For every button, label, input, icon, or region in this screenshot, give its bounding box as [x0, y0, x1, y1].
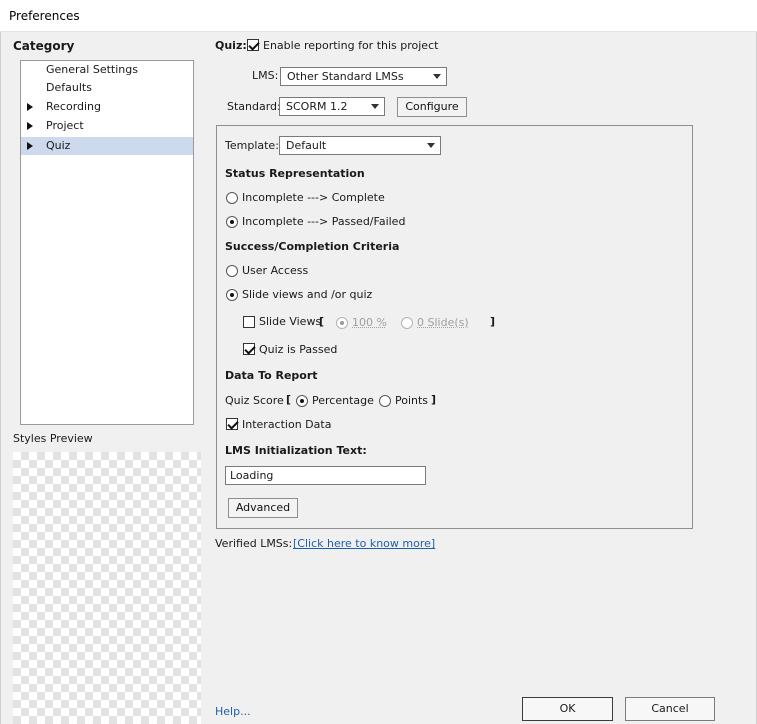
lms-dropdown-value: Other Standard LMSs: [287, 70, 404, 83]
title-bar: Preferences: [0, 0, 757, 32]
bracket-open: [: [286, 393, 292, 406]
tree-item-project[interactable]: Project: [21, 117, 193, 135]
lms-init-text-heading: LMS Initialization Text:: [225, 444, 367, 457]
quiz-score-label: Quiz Score: [225, 394, 284, 407]
tree-item-general-settings[interactable]: General Settings: [21, 61, 193, 79]
quiz-label: Quiz:: [215, 39, 247, 52]
score-points-label: Points: [395, 394, 429, 407]
chevron-down-icon: [371, 104, 379, 109]
expand-arrow-icon[interactable]: [27, 142, 33, 150]
criteria-option-user-access-label: User Access: [242, 264, 309, 277]
status-radio-passed-failed[interactable]: [226, 216, 238, 228]
template-dropdown-value: Default: [286, 139, 327, 152]
standard-dropdown-value: SCORM 1.2: [286, 100, 348, 113]
cancel-button[interactable]: Cancel: [625, 697, 715, 721]
slide-views-count-radio[interactable]: [401, 317, 413, 329]
standard-label: Standard:: [227, 100, 281, 113]
ok-button[interactable]: OK: [522, 697, 613, 721]
tree-item-label: Project: [46, 119, 84, 132]
category-tree[interactable]: General Settings Defaults Recording Proj…: [20, 60, 194, 425]
tree-item-label: General Settings: [46, 63, 138, 76]
styles-preview-label: Styles Preview: [13, 432, 93, 445]
tree-item-defaults[interactable]: Defaults: [21, 79, 193, 97]
slide-views-percent-radio[interactable]: [336, 317, 348, 329]
quiz-passed-checkbox[interactable]: [243, 343, 255, 355]
tree-item-label: Defaults: [46, 81, 92, 94]
advanced-button[interactable]: Advanced: [228, 498, 298, 518]
status-radio-complete[interactable]: [226, 192, 238, 204]
status-option-complete-label: Incomplete ---> Complete: [242, 191, 385, 204]
score-radio-points[interactable]: [379, 395, 391, 407]
criteria-radio-slide-views-quiz[interactable]: [226, 289, 238, 301]
chevron-down-icon: [427, 143, 435, 148]
tree-item-recording[interactable]: Recording: [21, 98, 193, 116]
window-title: Preferences: [9, 9, 80, 23]
bracket-close: ]: [490, 315, 496, 328]
template-dropdown[interactable]: Default: [279, 136, 441, 155]
help-link[interactable]: Help...: [215, 705, 251, 718]
enable-reporting-checkbox[interactable]: [247, 39, 259, 51]
expand-arrow-icon[interactable]: [27, 103, 33, 111]
lms-dropdown[interactable]: Other Standard LMSs: [280, 67, 447, 86]
verified-lms-label: Verified LMSs:: [215, 537, 293, 550]
lms-init-text-value: Loading: [230, 469, 274, 482]
bracket-close: ]: [431, 393, 437, 406]
standard-dropdown[interactable]: SCORM 1.2: [279, 97, 385, 116]
lms-init-text-input[interactable]: Loading: [225, 466, 426, 485]
tree-item-label: Recording: [46, 100, 102, 113]
configure-button[interactable]: Configure: [397, 97, 467, 117]
completion-criteria-heading: Success/Completion Criteria: [225, 240, 400, 253]
lms-label: LMS:: [252, 69, 279, 82]
criteria-radio-user-access[interactable]: [226, 265, 238, 277]
interaction-data-label: Interaction Data: [242, 418, 332, 431]
tree-item-quiz[interactable]: Quiz: [21, 137, 193, 155]
enable-reporting-label: Enable reporting for this project: [263, 39, 439, 52]
status-option-passed-failed-label: Incomplete ---> Passed/Failed: [242, 215, 406, 228]
slide-views-count-value[interactable]: 0 Slide(s): [417, 316, 469, 329]
slide-views-label: Slide Views: [259, 315, 322, 328]
interaction-data-checkbox[interactable]: [226, 418, 238, 430]
score-percentage-label: Percentage: [312, 394, 374, 407]
template-label: Template:: [225, 139, 279, 152]
criteria-option-slide-views-quiz-label: Slide views and /or quiz: [242, 288, 373, 301]
tree-item-label: Quiz: [46, 139, 71, 152]
slide-views-checkbox[interactable]: [243, 316, 255, 328]
expand-arrow-icon[interactable]: [27, 122, 33, 130]
bracket-open: [: [319, 315, 325, 328]
chevron-down-icon: [433, 74, 441, 79]
data-to-report-heading: Data To Report: [225, 369, 318, 382]
status-representation-heading: Status Representation: [225, 167, 365, 180]
score-radio-percentage[interactable]: [296, 395, 308, 407]
quiz-passed-label: Quiz is Passed: [259, 343, 338, 356]
slide-views-percent-value[interactable]: 100 %: [352, 316, 387, 329]
category-label: Category: [13, 39, 75, 53]
verified-lms-link[interactable]: [Click here to know more]: [293, 537, 435, 550]
styles-preview-canvas: [13, 452, 201, 724]
